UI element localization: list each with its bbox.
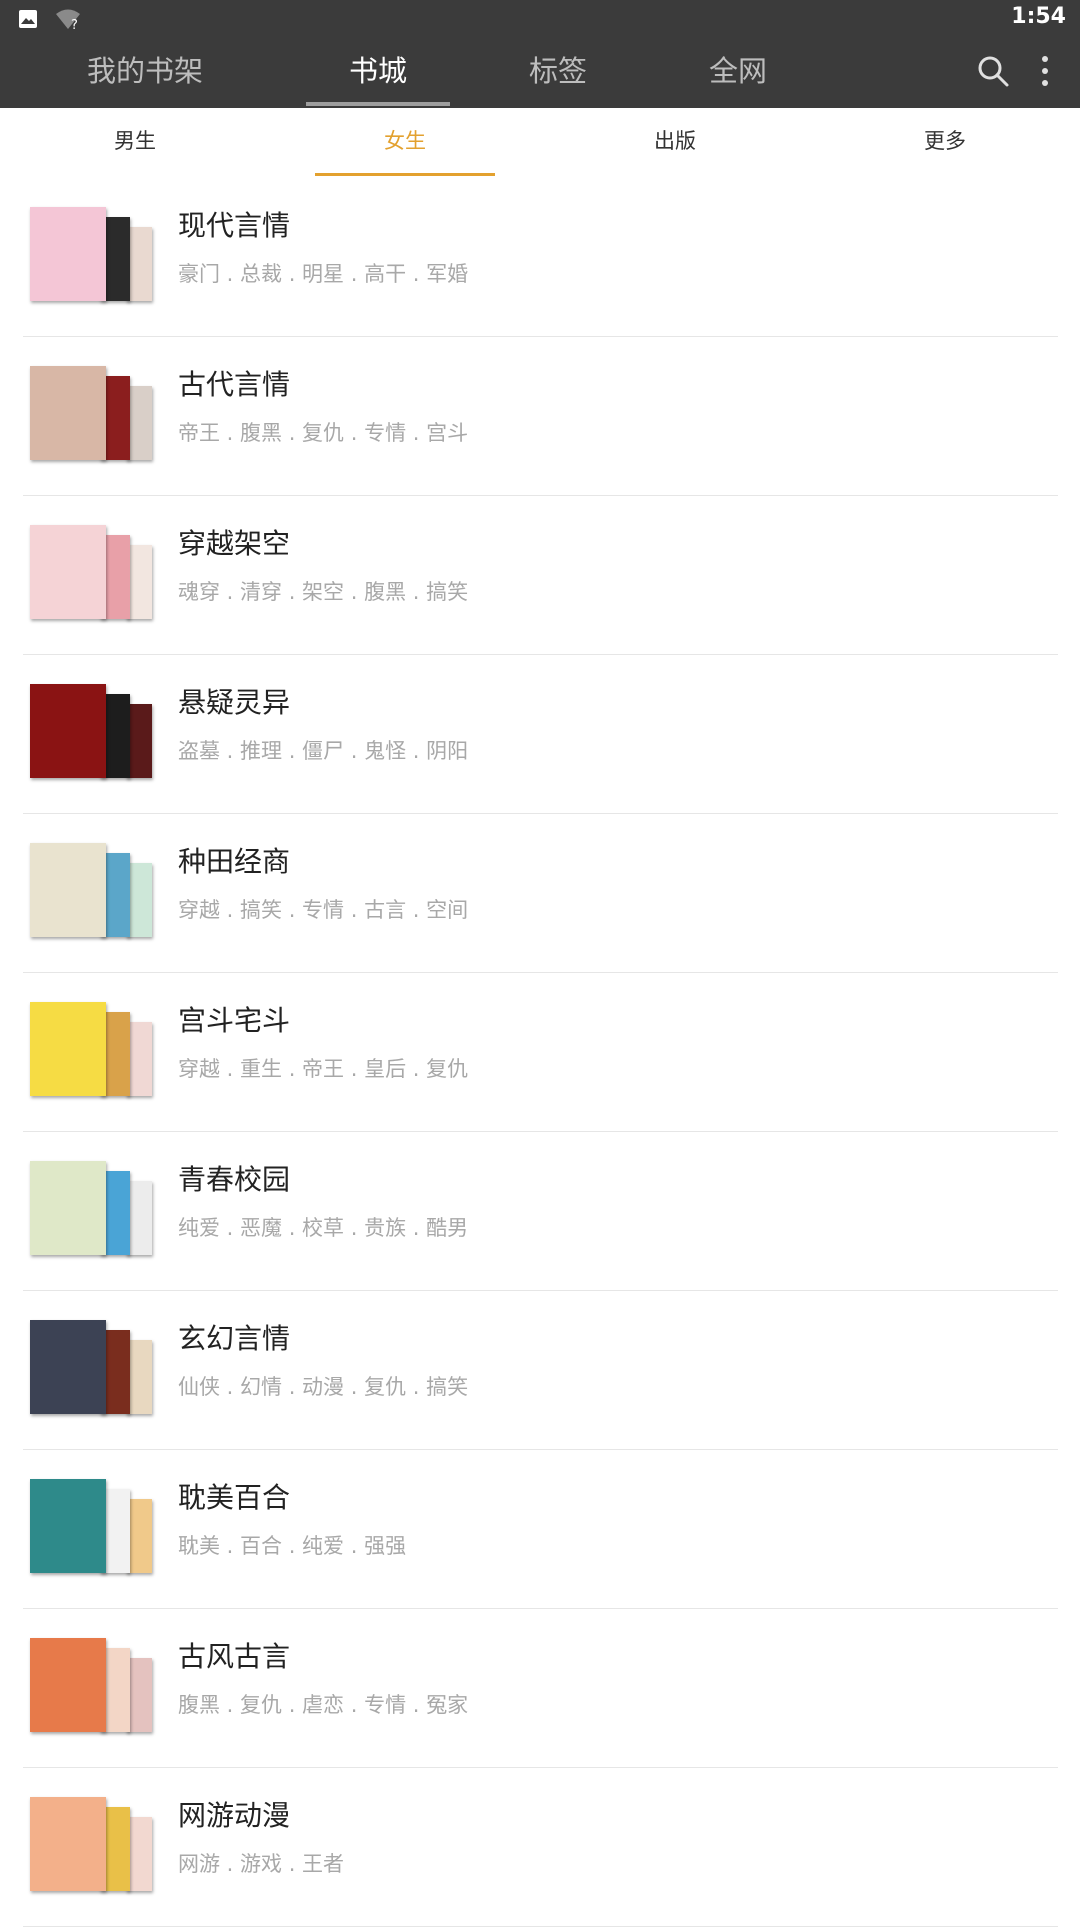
book-cover — [30, 1161, 106, 1255]
category-list: 现代言情豪门 . 总裁 . 明星 . 高干 . 军婚古代言情帝王 . 腹黑 . … — [0, 178, 1080, 1927]
category-title: 耽美百合 — [178, 1481, 291, 1514]
category-cover-image — [30, 207, 152, 301]
category-tags: 穿越 . 重生 . 帝王 . 皇后 . 复仇 — [178, 1057, 469, 1081]
category-item[interactable]: 穿越架空魂穿 . 清穿 . 架空 . 腹黑 . 搞笑 — [23, 496, 1058, 655]
category-cover-image — [30, 1479, 152, 1573]
image-icon — [18, 9, 38, 29]
sub-tabs: 男生 女生 出版 更多 — [0, 108, 1080, 178]
wifi-unknown-icon: ? — [54, 7, 82, 31]
book-cover — [30, 684, 106, 778]
book-cover — [30, 1638, 106, 1732]
book-cover — [30, 1479, 106, 1573]
category-cover-image — [30, 1638, 152, 1732]
category-tags: 帝王 . 腹黑 . 复仇 . 专情 . 宫斗 — [178, 421, 469, 445]
category-item[interactable]: 网游动漫网游 . 游戏 . 王者 — [23, 1768, 1058, 1927]
category-item[interactable]: 古代言情帝王 . 腹黑 . 复仇 . 专情 . 宫斗 — [23, 337, 1058, 496]
tab-bookstore[interactable]: 书城 — [306, 38, 450, 108]
book-cover — [30, 1320, 106, 1414]
category-title: 玄幻言情 — [178, 1322, 291, 1355]
status-time: 1:54 — [1011, 4, 1066, 29]
category-title: 宫斗宅斗 — [178, 1004, 291, 1037]
tab-tags[interactable]: 标签 — [518, 38, 598, 108]
category-item[interactable]: 现代言情豪门 . 总裁 . 明星 . 高干 . 军婚 — [23, 178, 1058, 337]
category-cover-image — [30, 366, 152, 460]
category-item[interactable]: 耽美百合耽美 . 百合 . 纯爱 . 强强 — [23, 1450, 1058, 1609]
category-title: 古风古言 — [178, 1640, 291, 1673]
category-tags: 网游 . 游戏 . 王者 — [178, 1852, 345, 1876]
category-item[interactable]: 古风古言腹黑 . 复仇 . 虐恋 . 专情 . 冤家 — [23, 1609, 1058, 1768]
book-cover — [30, 1797, 106, 1891]
book-cover — [30, 843, 106, 937]
subtab-publish[interactable]: 出版 — [585, 108, 765, 178]
subtab-more[interactable]: 更多 — [855, 108, 1035, 178]
search-icon[interactable] — [976, 54, 1010, 92]
category-tags: 盗墓 . 推理 . 僵尸 . 鬼怪 . 阴阳 — [178, 739, 469, 763]
category-tags: 魂穿 . 清穿 . 架空 . 腹黑 . 搞笑 — [178, 580, 469, 604]
category-item[interactable]: 种田经商穿越 . 搞笑 . 专情 . 古言 . 空间 — [23, 814, 1058, 973]
category-title: 青春校园 — [178, 1163, 291, 1196]
book-cover — [30, 525, 106, 619]
subtab-male[interactable]: 男生 — [45, 108, 225, 178]
category-tags: 纯爱 . 恶魔 . 校草 . 贵族 . 酷男 — [178, 1216, 469, 1240]
status-bar: ? 1:54 — [0, 0, 1080, 38]
category-title: 现代言情 — [178, 209, 291, 242]
category-item[interactable]: 悬疑灵异盗墓 . 推理 . 僵尸 . 鬼怪 . 阴阳 — [23, 655, 1058, 814]
category-tags: 耽美 . 百合 . 纯爱 . 强强 — [178, 1534, 407, 1558]
category-title: 古代言情 — [178, 368, 291, 401]
category-cover-image — [30, 1002, 152, 1096]
tab-web[interactable]: 全网 — [698, 38, 778, 108]
book-cover — [30, 366, 106, 460]
category-item[interactable]: 青春校园纯爱 . 恶魔 . 校草 . 贵族 . 酷男 — [23, 1132, 1058, 1291]
category-title: 悬疑灵异 — [178, 686, 291, 719]
category-cover-image — [30, 684, 152, 778]
more-vertical-icon[interactable] — [1038, 54, 1052, 92]
category-cover-image — [30, 1161, 152, 1255]
category-tags: 穿越 . 搞笑 . 专情 . 古言 . 空间 — [178, 898, 469, 922]
category-title: 种田经商 — [178, 845, 291, 878]
book-cover — [30, 1002, 106, 1096]
category-tags: 仙侠 . 幻情 . 动漫 . 复仇 . 搞笑 — [178, 1375, 469, 1399]
category-cover-image — [30, 843, 152, 937]
top-nav: 我的书架 书城 标签 全网 — [0, 38, 1080, 108]
category-tags: 豪门 . 总裁 . 明星 . 高干 . 军婚 — [178, 262, 469, 286]
category-cover-image — [30, 1797, 152, 1891]
category-cover-image — [30, 525, 152, 619]
tab-bookshelf[interactable]: 我的书架 — [70, 38, 220, 108]
book-cover — [30, 207, 106, 301]
category-title: 网游动漫 — [178, 1799, 291, 1832]
svg-text:?: ? — [71, 18, 78, 31]
category-item[interactable]: 玄幻言情仙侠 . 幻情 . 动漫 . 复仇 . 搞笑 — [23, 1291, 1058, 1450]
category-tags: 腹黑 . 复仇 . 虐恋 . 专情 . 冤家 — [178, 1693, 469, 1717]
category-item[interactable]: 宫斗宅斗穿越 . 重生 . 帝王 . 皇后 . 复仇 — [23, 973, 1058, 1132]
category-title: 穿越架空 — [178, 527, 291, 560]
category-cover-image — [30, 1320, 152, 1414]
subtab-female[interactable]: 女生 — [315, 108, 495, 178]
